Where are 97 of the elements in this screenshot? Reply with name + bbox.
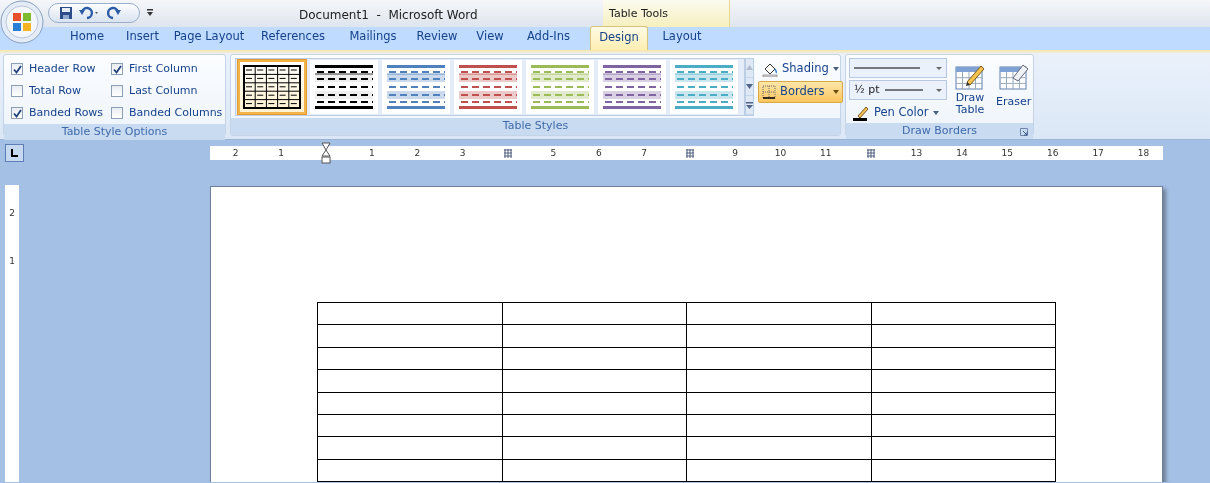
eraser-button[interactable]: Eraser [993, 58, 1035, 124]
table-cell[interactable] [871, 392, 1056, 415]
table-cell[interactable] [686, 414, 871, 437]
table-cell[interactable] [871, 302, 1056, 325]
checkbox[interactable] [111, 107, 123, 119]
table-cell[interactable] [871, 414, 1056, 437]
ribbon-tab[interactable]: Page Layout [169, 24, 249, 50]
ribbon-tab[interactable]: Home [58, 24, 116, 50]
column-marker-icon[interactable] [684, 148, 695, 159]
dropdown-arrow-icon [832, 66, 839, 71]
redo-icon[interactable] [107, 6, 121, 20]
checkbox[interactable] [11, 63, 23, 75]
checkbox[interactable] [111, 63, 123, 75]
column-marker-icon[interactable] [503, 148, 514, 159]
table-cell[interactable] [502, 436, 687, 460]
table-cell[interactable] [686, 369, 871, 393]
dropdown-arrow-icon [932, 110, 939, 115]
checkbox-option[interactable]: Last Column [111, 80, 226, 102]
checkbox[interactable] [111, 85, 123, 97]
group-label: Table Styles [231, 118, 840, 135]
ribbon-tab[interactable]: Layout [648, 24, 716, 50]
line-weight-dropdown[interactable]: ½ pt [849, 80, 947, 100]
checkbox[interactable] [11, 107, 23, 119]
table-cell[interactable] [317, 324, 502, 348]
table-eraser-icon [998, 62, 1029, 90]
contextual-tab-header: Table Tools [603, 0, 730, 27]
table-cell[interactable] [502, 459, 687, 482]
table-cell[interactable] [502, 369, 687, 393]
table-cell[interactable] [871, 347, 1056, 370]
dialog-launcher-icon[interactable] [1020, 128, 1028, 137]
draw-table-button[interactable]: Draw Table [951, 58, 989, 124]
table-style-thumbnail[interactable] [238, 60, 306, 114]
table-style-thumbnail[interactable] [454, 60, 522, 114]
table-cell[interactable] [502, 392, 687, 415]
dropdown-arrow-icon [936, 88, 942, 92]
table-cell[interactable] [686, 436, 871, 460]
line-style-dropdown[interactable] [849, 58, 947, 78]
scroll-down-icon[interactable] [746, 84, 753, 89]
indent-marker-icon[interactable] [321, 142, 332, 164]
checkbox-option[interactable]: Total Row [11, 80, 109, 102]
ribbon-tab[interactable]: Insert [116, 24, 169, 50]
customize-toolbar-icon[interactable] [146, 8, 154, 18]
table-style-thumbnail[interactable] [382, 60, 450, 114]
checkbox-option[interactable]: Banded Columns [111, 102, 226, 124]
table-cell[interactable] [317, 392, 502, 415]
table-cell[interactable] [317, 414, 502, 437]
ribbon-tab[interactable]: Add-Ins [515, 24, 582, 50]
table-style-thumbnail[interactable] [670, 60, 738, 114]
save-icon[interactable] [59, 6, 73, 20]
shading-button[interactable]: Shading [758, 58, 843, 80]
undo-icon[interactable] [79, 6, 101, 20]
table-style-thumbnail[interactable] [598, 60, 666, 114]
table-cell[interactable] [686, 302, 871, 325]
line-sample-icon [885, 89, 924, 91]
table-cell[interactable] [871, 459, 1056, 482]
table-cell[interactable] [502, 324, 687, 348]
pen-icon [853, 104, 870, 121]
table-cell[interactable] [317, 369, 502, 393]
table-cell[interactable] [871, 324, 1056, 348]
ribbon-tab[interactable]: References [249, 24, 337, 50]
checkbox[interactable] [11, 85, 23, 97]
vertical-ruler[interactable]: 2 1 [5, 185, 19, 482]
line-weight-text: ½ pt [854, 81, 880, 98]
table-cell[interactable] [317, 302, 502, 325]
table-cell[interactable] [502, 347, 687, 370]
borders-button[interactable]: Borders [758, 81, 843, 103]
ribbon-tab[interactable]: View [465, 24, 515, 50]
table-cell[interactable] [317, 436, 502, 460]
ribbon-tab[interactable]: Mailings [337, 24, 409, 50]
group-label: Table Style Options [4, 124, 225, 140]
table-cell[interactable] [686, 347, 871, 370]
column-marker-icon[interactable] [866, 148, 877, 159]
borders-icon [762, 84, 776, 99]
ribbon-tab[interactable]: Design [590, 25, 648, 50]
line-sample-icon [854, 67, 920, 69]
table-cell[interactable] [317, 459, 502, 482]
window-title: Document1 - Microsoft Word [299, 7, 478, 24]
group-label: Draw Borders [902, 124, 977, 138]
table-cell[interactable] [502, 302, 687, 325]
tab-stop-selector-icon[interactable] [5, 144, 24, 162]
checkbox-option[interactable]: Banded Rows [11, 102, 109, 124]
checkbox-option[interactable]: First Column [111, 58, 226, 80]
table-cell[interactable] [502, 414, 687, 437]
more-styles-icon[interactable] [746, 101, 753, 109]
table-style-thumbnail[interactable] [310, 60, 378, 114]
table-cell[interactable] [317, 347, 502, 370]
table-style-thumbnail[interactable] [526, 60, 594, 114]
dropdown-arrow-icon [936, 66, 942, 70]
table-cell[interactable] [871, 369, 1056, 393]
dropdown-arrow-icon [832, 89, 839, 94]
table-cell[interactable] [871, 436, 1056, 460]
checkbox-option[interactable]: Header Row [11, 58, 109, 80]
pen-color-button[interactable]: Pen Color [849, 102, 947, 124]
table-cell[interactable] [686, 324, 871, 348]
ribbon-tab[interactable]: Review [409, 24, 465, 50]
table-cell[interactable] [686, 459, 871, 482]
table-cell[interactable] [686, 392, 871, 415]
